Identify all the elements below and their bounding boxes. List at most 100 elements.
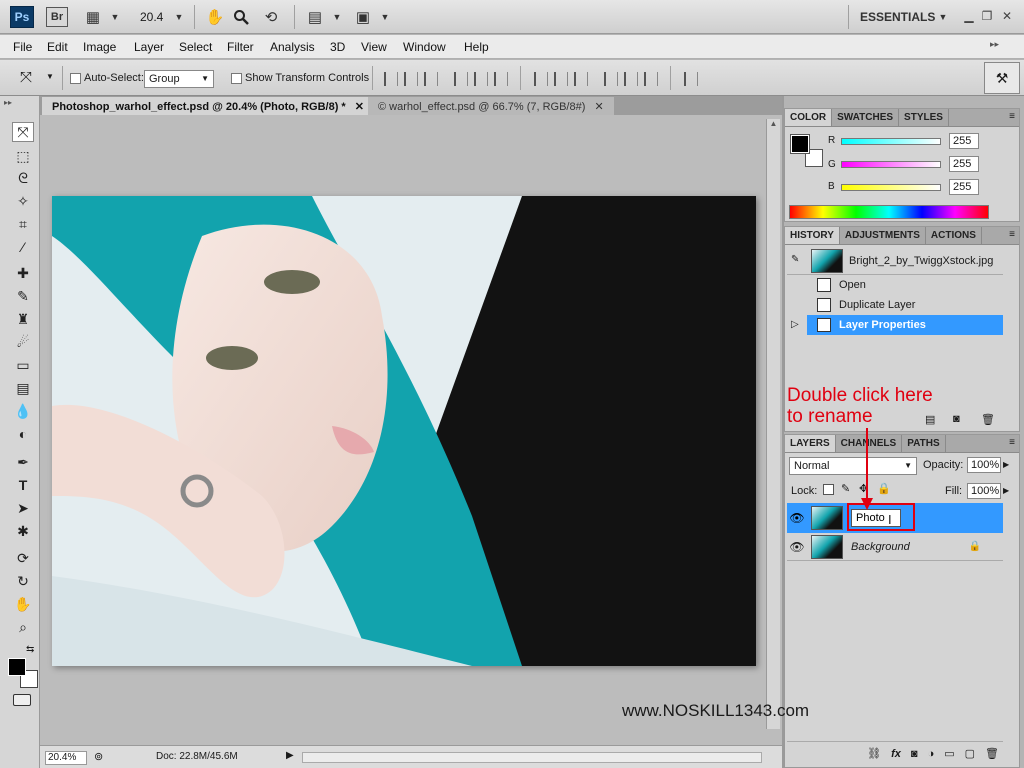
align-vertical-center-icon[interactable]	[404, 72, 418, 86]
screen-mode-icon[interactable]: ▣	[352, 7, 374, 27]
show-transform-checkbox[interactable]	[231, 73, 242, 84]
screen-mode-chevron-down-icon[interactable]: ▼	[374, 7, 396, 27]
crop-tool-icon[interactable]: ⌗	[12, 214, 34, 234]
link-layers-icon[interactable]: ⛓	[867, 747, 881, 760]
red-slider[interactable]	[841, 138, 941, 145]
arrange-chevron-down-icon[interactable]: ▼	[326, 7, 348, 27]
3d-rotate-tool-icon[interactable]: ⟳	[12, 548, 34, 568]
tab-paths[interactable]: PATHS	[902, 435, 946, 452]
menu-filter[interactable]: Filter	[227, 40, 254, 54]
align-top-icon[interactable]	[384, 72, 398, 86]
blur-tool-icon[interactable]: 💧	[12, 401, 34, 421]
zoom-tool-icon[interactable]: ⌕	[12, 617, 34, 637]
history-step-open[interactable]: Open	[787, 275, 1003, 295]
menu-analysis[interactable]: Analysis	[270, 40, 315, 54]
color-spectrum-ramp[interactable]	[789, 205, 989, 219]
align-right-icon[interactable]	[494, 72, 508, 86]
eyedropper-tool-icon[interactable]: ⁄	[12, 237, 34, 257]
fill-arrow-icon[interactable]: ▶	[1003, 486, 1009, 495]
magic-wand-tool-icon[interactable]: ✧	[12, 191, 34, 211]
tab-color[interactable]: COLOR	[785, 109, 833, 126]
view-extras-icon[interactable]: ▦	[82, 7, 104, 27]
opacity-input[interactable]: 100%	[967, 457, 1001, 473]
zoom-tool-icon[interactable]	[230, 7, 252, 27]
clone-stamp-tool-icon[interactable]: ♜	[12, 309, 34, 329]
zoom-level[interactable]: 20.4	[140, 10, 163, 24]
tab-adjustments[interactable]: ADJUSTMENTS	[840, 227, 926, 244]
new-snapshot-icon[interactable]: ◙	[953, 413, 960, 425]
fill-input[interactable]: 100%	[967, 483, 1001, 499]
green-slider[interactable]	[841, 161, 941, 168]
visibility-eye-icon[interactable]: 👁	[789, 539, 805, 555]
menu-select[interactable]: Select	[179, 40, 212, 54]
swap-colors-icon[interactable]: ⇆	[26, 644, 34, 655]
menu-help[interactable]: Help	[464, 40, 489, 54]
zoom-chevron-down-icon[interactable]: ▼	[168, 7, 190, 27]
bridge-button[interactable]: Br	[46, 7, 68, 27]
auto-select-checkbox[interactable]	[70, 73, 81, 84]
auto-select-dropdown[interactable]: Group ▼	[144, 70, 214, 88]
quick-mask-icon[interactable]	[13, 694, 31, 706]
history-step-layer-properties[interactable]: Layer Properties	[807, 315, 1003, 335]
trash-icon[interactable]: 🗑	[985, 747, 999, 760]
hand-tool-icon[interactable]: ✋	[204, 7, 226, 27]
3d-orbit-tool-icon[interactable]: ↻	[12, 571, 34, 591]
hand-tool-icon[interactable]: ✋	[12, 594, 34, 614]
restore-icon[interactable]: ❐	[978, 8, 996, 24]
panel-menu-icon[interactable]: ≡	[1005, 109, 1019, 126]
tab-swatches[interactable]: SWATCHES	[832, 109, 900, 126]
tab-styles[interactable]: STYLES	[899, 109, 949, 126]
move-tool-preset-icon[interactable]: ⤧	[20, 69, 32, 86]
custom-shape-tool-icon[interactable]: ✱	[12, 521, 34, 541]
history-brush-tool-icon[interactable]: ☄	[12, 332, 34, 352]
foreground-color-swatch-top[interactable]	[8, 658, 26, 676]
history-snapshot[interactable]: ✎ Bright_2_by_TwiggXstock.jpg	[787, 247, 1003, 275]
gradient-tool-icon[interactable]: ▤	[12, 378, 34, 398]
blend-mode-dropdown[interactable]: Normal ▼	[789, 457, 917, 475]
preset-chevron-down-icon[interactable]: ▼	[46, 72, 54, 81]
type-tool-icon[interactable]: T	[12, 475, 34, 495]
toolbox-collapse-icon[interactable]: ▸▸	[4, 98, 12, 107]
distribute-top-icon[interactable]	[534, 72, 548, 86]
panel-menu-icon[interactable]: ≡	[1005, 435, 1019, 452]
move-tool-icon[interactable]: ⤧	[12, 122, 34, 142]
align-bottom-icon[interactable]	[424, 72, 438, 86]
menu-window[interactable]: Window	[403, 40, 446, 54]
red-value-input[interactable]: 255	[949, 133, 979, 149]
tab-history[interactable]: HISTORY	[785, 227, 840, 244]
lock-all-icon[interactable]: 🔒	[877, 482, 891, 495]
add-mask-icon[interactable]: ◙	[911, 748, 918, 760]
tab-actions[interactable]: ACTIONS	[926, 227, 982, 244]
workspace-switcher[interactable]: ESSENTIALS	[860, 10, 935, 24]
minimize-icon[interactable]: ▁	[960, 8, 978, 24]
menu-layer[interactable]: Layer	[134, 40, 164, 54]
panel-menu-icon[interactable]: ≡	[1005, 227, 1019, 244]
opacity-arrow-icon[interactable]: ▶	[1003, 460, 1009, 469]
healing-brush-tool-icon[interactable]: ✚	[12, 263, 34, 283]
workspace-chevron-down-icon[interactable]: ▼	[932, 7, 954, 27]
trash-icon[interactable]: 🗑	[981, 413, 995, 426]
foreground-color-swatch-top[interactable]	[790, 134, 810, 154]
vertical-scrollbar[interactable]: ▲	[766, 119, 780, 729]
distribute-left-icon[interactable]	[604, 72, 618, 86]
align-left-icon[interactable]	[454, 72, 468, 86]
distribute-horizontal-center-icon[interactable]	[624, 72, 638, 86]
blue-value-input[interactable]: 255	[949, 179, 979, 195]
chevron-down-icon[interactable]: ▼	[104, 7, 126, 27]
new-layer-icon[interactable]: ▢	[965, 747, 975, 760]
auto-align-layers-icon[interactable]	[684, 72, 698, 86]
tab-close-icon[interactable]: ✕	[594, 101, 603, 113]
scroll-up-icon[interactable]: ▲	[767, 119, 780, 128]
eraser-tool-icon[interactable]: ▭	[12, 355, 34, 375]
menu-edit[interactable]: Edit	[47, 40, 68, 54]
tab-close-icon[interactable]: ✕	[355, 101, 364, 113]
path-selection-tool-icon[interactable]: ➤	[12, 498, 34, 518]
visibility-eye-icon[interactable]: 👁	[789, 510, 805, 526]
distribute-vertical-center-icon[interactable]	[554, 72, 568, 86]
status-zoom-field[interactable]: 20.4%	[45, 751, 87, 765]
history-step-duplicate-layer[interactable]: Duplicate Layer	[787, 295, 1003, 315]
blue-slider[interactable]	[841, 184, 941, 191]
tool-presets-icon[interactable]: ⚒	[984, 62, 1020, 94]
adjustment-layer-icon[interactable]: ◑	[928, 748, 935, 760]
layer-row-background[interactable]: 👁 Background 🔒	[787, 533, 1003, 561]
